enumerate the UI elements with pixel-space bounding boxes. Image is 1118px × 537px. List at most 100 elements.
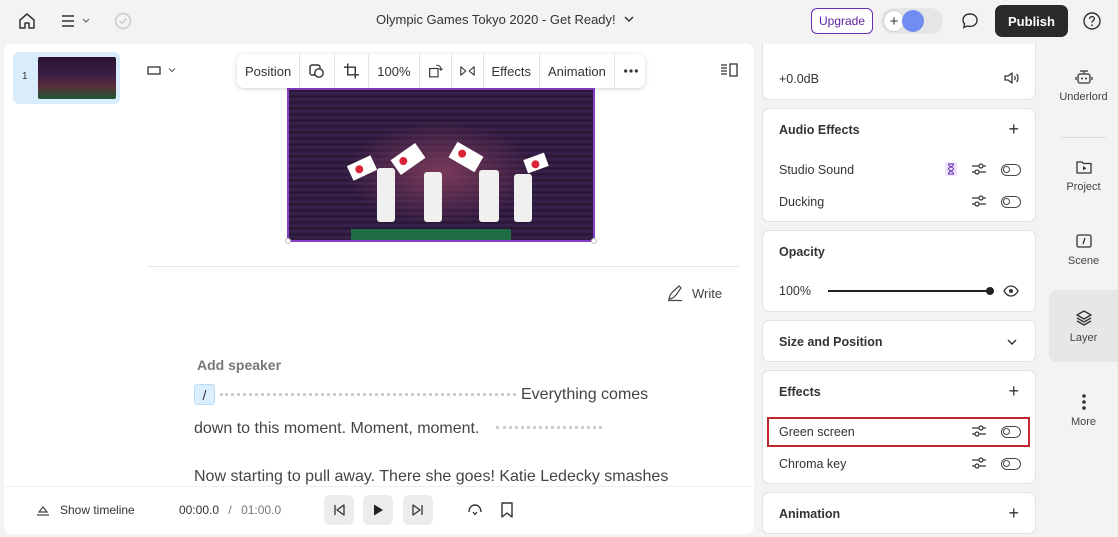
layers-icon <box>1075 309 1092 326</box>
skip-forward-button[interactable] <box>403 495 433 525</box>
effects-title: Effects <box>779 385 821 399</box>
size-position-title: Size and Position <box>779 335 883 349</box>
publish-button[interactable]: Publish <box>995 5 1068 37</box>
project-icon <box>1075 161 1092 174</box>
ducking-label: Ducking <box>779 195 825 209</box>
add-audio-effect-button[interactable]: + <box>1008 120 1019 138</box>
time-separator: / <box>228 503 232 517</box>
script-line[interactable]: Now starting to pull away. There she goe… <box>194 468 668 486</box>
timecode: 00:00.0 / 01:00.0 <box>179 503 281 517</box>
replace-media-icon[interactable] <box>300 54 336 88</box>
eye-icon[interactable] <box>1003 285 1019 300</box>
robot-icon <box>1074 70 1093 84</box>
chroma-key-label: Chroma key <box>779 457 847 471</box>
add-effect-button[interactable]: + <box>1008 382 1019 400</box>
project-title[interactable]: Olympic Games Tokyo 2020 - Get Ready! <box>376 12 616 27</box>
opacity-value[interactable]: 100% <box>779 284 811 298</box>
pause-gap[interactable] <box>220 393 516 396</box>
avatar <box>902 10 924 32</box>
script-line[interactable]: down to this moment. Moment, moment. <box>194 420 479 438</box>
scene-thumbnail-1[interactable]: 1 <box>13 52 120 104</box>
top-bar: Olympic Games Tokyo 2020 - Get Ready! Up… <box>0 0 1118 42</box>
adjust-settings-icon[interactable] <box>971 194 987 211</box>
show-timeline-label: Show timeline <box>60 503 135 517</box>
chevron-down-icon[interactable] <box>622 12 636 29</box>
opacity-slider-knob[interactable] <box>986 287 994 295</box>
studio-sound-toggle[interactable] <box>1001 164 1021 176</box>
video-stage <box>351 229 511 240</box>
sidebar-item-project[interactable]: Project <box>1049 158 1118 198</box>
flip-icon[interactable] <box>452 54 484 88</box>
studio-sound-label: Studio Sound <box>779 163 855 177</box>
animation-title: Animation <box>779 507 841 521</box>
add-animation-button[interactable]: + <box>1008 504 1019 522</box>
add-speaker-button[interactable]: Add speaker <box>197 357 281 373</box>
animation-button[interactable]: Animation <box>540 54 615 88</box>
video-canvas[interactable] <box>287 88 595 242</box>
write-button[interactable]: Write <box>666 284 722 302</box>
pause-gap[interactable] <box>496 426 602 429</box>
opacity-title: Opacity <box>779 245 825 259</box>
loop-icon[interactable] <box>466 501 484 522</box>
divider <box>1061 137 1106 138</box>
chevron-down-icon[interactable] <box>1005 335 1019 352</box>
divider <box>147 266 739 267</box>
crop-icon[interactable] <box>335 54 370 88</box>
more-vertical-icon <box>1081 394 1086 410</box>
play-icon <box>374 504 383 516</box>
opacity-card: Opacity 100% <box>762 230 1036 312</box>
rotate-icon[interactable] <box>420 54 452 88</box>
volume-value[interactable]: +0.0dB <box>779 72 819 86</box>
scene-number: 1 <box>22 71 28 82</box>
sidebar-item-layer[interactable]: Layer <box>1049 290 1118 362</box>
sidebar-item-label: More <box>1070 416 1097 428</box>
play-button[interactable] <box>363 495 393 525</box>
hourglass-icon <box>945 162 957 179</box>
menu-icon[interactable] <box>60 12 94 30</box>
show-timeline-button[interactable]: Show timeline <box>36 503 135 517</box>
toggle-sidebar-icon[interactable] <box>720 63 738 80</box>
bookmark-icon[interactable] <box>499 501 515 522</box>
saved-check-icon <box>113 11 133 31</box>
layout-selector[interactable] <box>147 64 177 76</box>
animation-card: Animation + <box>762 492 1036 534</box>
position-button[interactable]: Position <box>237 54 301 88</box>
comments-icon[interactable] <box>960 11 980 31</box>
sidebar-item-label: Underlord <box>1059 91 1108 103</box>
zoom-value[interactable]: 100% <box>369 54 420 88</box>
skip-back-icon <box>334 504 345 516</box>
sidebar-item-underlord[interactable]: Underlord <box>1049 68 1118 112</box>
effects-button[interactable]: Effects <box>484 54 541 88</box>
more-horizontal-icon[interactable] <box>615 54 647 88</box>
help-icon[interactable] <box>1082 11 1102 31</box>
chroma-key-toggle[interactable] <box>1001 458 1021 470</box>
command-slash[interactable]: / <box>194 384 215 405</box>
opacity-slider[interactable] <box>828 290 990 292</box>
pen-icon <box>668 285 682 302</box>
ducking-toggle[interactable] <box>1001 196 1021 208</box>
resize-handle[interactable] <box>285 238 291 244</box>
write-label: Write <box>692 285 723 301</box>
resize-handle[interactable] <box>591 238 597 244</box>
home-icon[interactable] <box>17 11 37 31</box>
editor-panel: 1 Position 100% Effects Animation Write … <box>4 44 754 534</box>
media-toolbar: Position 100% Effects Animation <box>237 54 645 88</box>
sidebar-item-more[interactable]: More <box>1049 393 1118 433</box>
script-line[interactable]: Everything comes <box>521 386 648 404</box>
green-screen-highlight <box>767 417 1030 447</box>
size-position-card[interactable]: Size and Position <box>762 320 1036 362</box>
chevron-down-icon <box>168 68 176 73</box>
skip-back-button[interactable] <box>324 495 354 525</box>
upgrade-button[interactable]: Upgrade <box>811 8 873 34</box>
sidebar-item-label: Layer <box>1069 331 1098 344</box>
volume-card: +0.0dB <box>762 44 1036 100</box>
scene-thumbnail-image <box>38 57 116 99</box>
collaborators-toggle[interactable]: + <box>881 8 943 34</box>
volume-icon[interactable] <box>1003 71 1019 88</box>
audio-effects-card: Audio Effects + Studio Sound Ducking <box>762 108 1036 222</box>
adjust-settings-icon[interactable] <box>971 162 987 179</box>
sidebar-item-scene[interactable]: Scene <box>1049 232 1118 272</box>
layout-icon <box>147 66 161 75</box>
playback-bar: Show timeline 00:00.0 / 01:00.0 <box>4 486 754 534</box>
adjust-settings-icon[interactable] <box>971 456 987 473</box>
